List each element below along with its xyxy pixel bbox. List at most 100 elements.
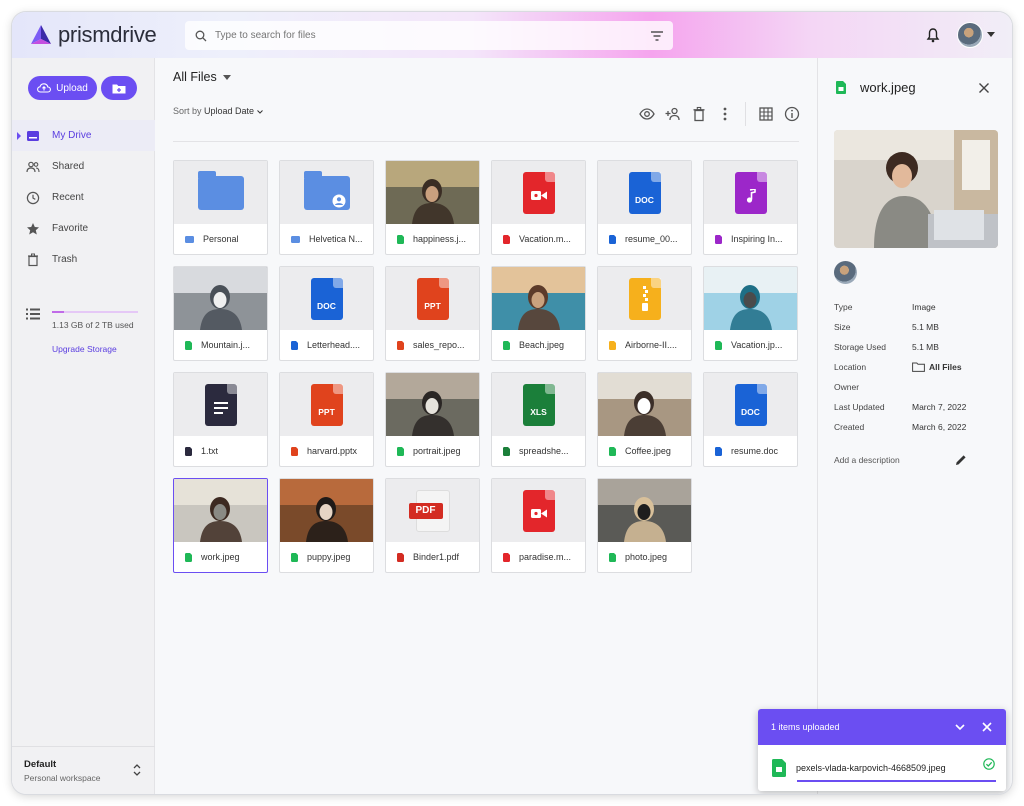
active-caret-icon	[17, 131, 21, 140]
file-card[interactable]: happiness.j...	[385, 160, 480, 255]
drive-icon	[27, 130, 39, 141]
property-value: March 6, 2022	[912, 422, 966, 432]
sidebar-item-shared[interactable]: Shared	[12, 151, 155, 182]
file-card[interactable]: Vacation.m...	[491, 160, 586, 255]
file-label: Vacation.jp...	[704, 330, 797, 360]
upload-progress-bar	[797, 780, 996, 782]
file-card[interactable]: Inspiring In...	[703, 160, 798, 255]
audio-file-icon	[715, 234, 722, 244]
property-value[interactable]: All Files	[912, 362, 962, 372]
owner-avatar[interactable]	[834, 261, 857, 284]
grid-view-icon[interactable]	[758, 106, 774, 122]
file-card[interactable]: PPT harvard.pptx	[279, 372, 374, 467]
file-card[interactable]: Vacation.jp...	[703, 266, 798, 361]
file-card[interactable]: Helvetica N...	[279, 160, 374, 255]
upload-button[interactable]: Upload	[28, 76, 97, 100]
file-name: happiness.j...	[413, 234, 467, 244]
pdf-tag: PDF	[408, 502, 443, 519]
storage-meter: 1.13 GB of 2 TB used Upgrade Storage	[26, 308, 146, 354]
sort-value: Upload Date	[204, 106, 255, 116]
file-card[interactable]: work.jpeg	[173, 478, 268, 573]
preview-eye-icon[interactable]	[639, 106, 655, 122]
add-description-label[interactable]: Add a description	[834, 455, 900, 465]
more-vertical-icon[interactable]	[717, 106, 733, 122]
storage-progress-bar	[52, 311, 138, 313]
close-icon[interactable]	[981, 721, 993, 733]
property-value-text: March 7, 2022	[912, 402, 967, 412]
file-thumbnail	[174, 161, 267, 224]
sidebar-item-favorite[interactable]: Favorite	[12, 213, 155, 244]
image-thumbnail	[386, 161, 479, 224]
file-label: sales_repo...	[386, 330, 479, 360]
file-card[interactable]: portrait.jpeg	[385, 372, 480, 467]
image-file-icon	[715, 340, 722, 350]
image-file-icon	[836, 81, 846, 94]
upload-status-toast: 1 items uploaded pexels-vlada-karpovich-…	[758, 709, 1006, 791]
sidebar-item-trash[interactable]: Trash	[12, 244, 155, 275]
workspace-switcher[interactable]: Default Personal workspace	[12, 746, 155, 794]
new-folder-button[interactable]	[101, 76, 137, 100]
storage-usage-text: 1.13 GB of 2 TB used	[52, 320, 134, 330]
folder-outline-icon	[912, 362, 925, 372]
file-browser: All Files Sort by Upload Date Personal H…	[155, 58, 817, 794]
chevron-down-icon[interactable]	[954, 721, 966, 733]
file-card[interactable]: puppy.jpeg	[279, 478, 374, 573]
file-card[interactable]: Mountain.j...	[173, 266, 268, 361]
file-thumbnail	[598, 267, 691, 330]
doc-file-icon	[291, 340, 298, 350]
sidebar-item-my-drive[interactable]: My Drive	[12, 120, 155, 151]
file-card[interactable]: 1.txt	[173, 372, 268, 467]
pencil-edit-icon[interactable]	[955, 454, 967, 466]
file-card[interactable]: Beach.jpeg	[491, 266, 586, 361]
logo[interactable]: prismdrive	[30, 22, 157, 48]
shared-person-icon	[332, 194, 345, 207]
file-thumbnail	[174, 479, 267, 542]
image-file-icon	[772, 759, 786, 777]
upgrade-storage-link[interactable]: Upgrade Storage	[52, 344, 146, 354]
music-note-icon	[746, 188, 756, 203]
image-file-icon	[609, 552, 616, 562]
sidebar-item-recent[interactable]: Recent	[12, 182, 155, 213]
file-thumbnail	[492, 267, 585, 330]
file-card[interactable]: Coffee.jpeg	[597, 372, 692, 467]
file-label: Vacation.m...	[492, 224, 585, 254]
filter-icon[interactable]	[651, 30, 663, 41]
property-row: Size 5.1 MB	[834, 317, 1004, 337]
search-bar[interactable]	[185, 21, 673, 50]
file-card[interactable]: DOC Letterhead....	[279, 266, 374, 361]
chevron-down-icon[interactable]	[987, 32, 995, 37]
video-camera-icon	[530, 508, 547, 518]
sort-control[interactable]: Sort by Upload Date	[173, 106, 263, 116]
file-name: Airborne-II....	[625, 340, 678, 350]
image-thumbnail	[280, 479, 373, 542]
file-card[interactable]: photo.jpeg	[597, 478, 692, 573]
delete-icon[interactable]	[691, 106, 707, 122]
file-grid: Personal Helvetica N... happiness.j... V…	[173, 160, 803, 573]
file-card[interactable]: DOC resume.doc	[703, 372, 798, 467]
file-card[interactable]: XLS spreadshe...	[491, 372, 586, 467]
file-card[interactable]: DOC resume_00...	[597, 160, 692, 255]
ppt-file-icon: PPT	[416, 277, 449, 320]
file-thumbnail: DOC	[704, 373, 797, 436]
notifications-bell-icon[interactable]	[925, 27, 941, 43]
search-input[interactable]	[215, 30, 643, 41]
info-icon[interactable]	[784, 106, 800, 122]
close-icon[interactable]	[978, 82, 990, 94]
user-avatar[interactable]	[957, 22, 983, 48]
file-card[interactable]: PDF Binder1.pdf	[385, 478, 480, 573]
xls-file-icon	[503, 446, 510, 456]
workspace-title: Default	[24, 759, 57, 770]
file-card[interactable]: Airborne-II....	[597, 266, 692, 361]
file-card[interactable]: PPT sales_repo...	[385, 266, 480, 361]
file-name: Vacation.jp...	[731, 340, 783, 350]
file-properties: Type Image Size 5.1 MB Storage Used 5.1 MB…	[834, 297, 1004, 437]
video-camera-icon	[530, 190, 547, 200]
share-add-person-icon[interactable]	[665, 106, 681, 122]
file-card[interactable]: Personal	[173, 160, 268, 255]
file-label: harvard.pptx	[280, 436, 373, 466]
file-card[interactable]: paradise.m...	[491, 478, 586, 573]
file-label: 1.txt	[174, 436, 267, 466]
sidebar-nav: My Drive Shared Recent Favorite Trash	[12, 120, 155, 275]
page-title[interactable]: All Files	[173, 70, 231, 84]
caret-down-icon	[222, 74, 231, 80]
